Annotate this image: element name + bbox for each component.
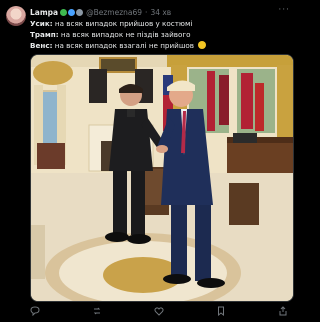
speaker-1: Усик: [30, 19, 53, 28]
post-line-1: Усик: на всяк випадок прийшов у костюмі [30, 18, 292, 29]
reply-icon[interactable] [30, 306, 40, 316]
share-icon[interactable] [278, 306, 288, 316]
like-icon[interactable] [154, 306, 164, 316]
post-line-2: Трамп: на всяк випадок не піздів зайвого [30, 29, 292, 40]
post-actions [30, 305, 288, 317]
post-photo[interactable] [30, 54, 294, 302]
line-1-text: на всяк випадок прийшов у костюмі [54, 19, 193, 28]
line-2-text: на всяк випадок не піздів зайвого [60, 30, 191, 39]
person-icon [76, 8, 84, 16]
speaker-2: Трамп: [30, 30, 59, 39]
author-handle[interactable]: @Bezmezna69 [86, 8, 142, 17]
globe-icon [68, 8, 76, 16]
line-3-text: на всяк випадок взагалі не прийшов [54, 41, 195, 50]
oval-office-handshake-photo [31, 55, 293, 301]
repost-icon[interactable] [92, 306, 102, 316]
author-emojis [60, 8, 84, 16]
smiling-face-icon [198, 41, 207, 49]
post-text: Усик: на всяк випадок прийшов у костюмі … [30, 18, 292, 51]
post-header: Lampa @Bezmezna69 · 34 хв [30, 6, 292, 18]
post-time[interactable]: 34 хв [150, 8, 171, 17]
author-name[interactable]: Lampa [30, 8, 58, 17]
author-avatar[interactable] [6, 6, 26, 26]
post-line-3: Венс: на всяк випадок взагалі не прийшов [30, 40, 292, 51]
more-options-icon[interactable]: ··· [278, 5, 290, 15]
speaker-3: Венс: [30, 41, 53, 50]
bookmark-icon[interactable] [216, 306, 226, 316]
four-leaf-clover-icon [60, 8, 68, 16]
separator-dot: · [145, 7, 148, 17]
